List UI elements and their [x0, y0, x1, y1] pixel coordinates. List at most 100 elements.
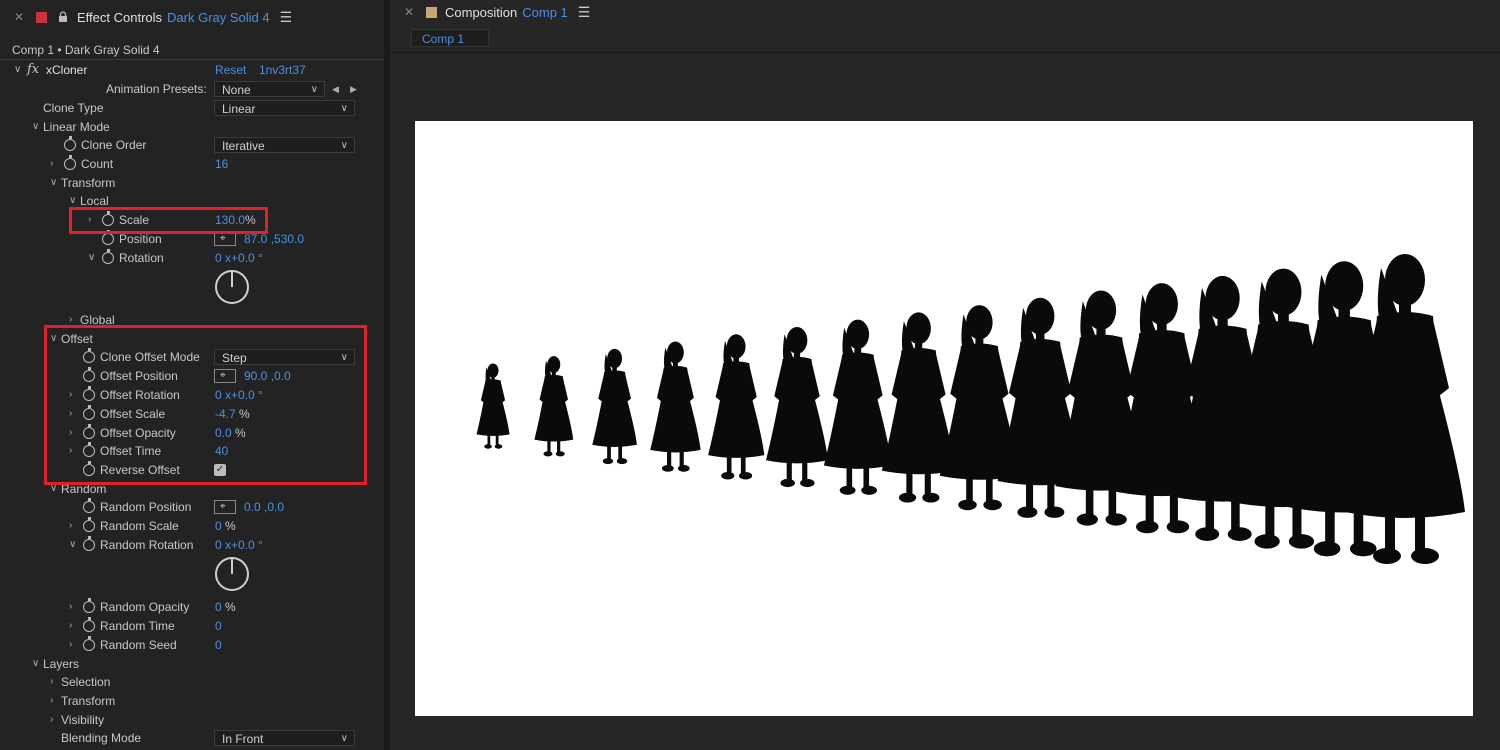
- random-time-label: Random Time: [100, 619, 175, 633]
- comp-subtab[interactable]: Comp 1: [411, 29, 489, 47]
- visibility-label: Visibility: [61, 713, 105, 727]
- stopwatch-icon[interactable]: [83, 636, 95, 651]
- linear-mode-group[interactable]: ∨ Linear Mode: [0, 118, 384, 136]
- stopwatch-icon[interactable]: [64, 136, 76, 151]
- chevron-down-icon: ∨: [340, 733, 348, 744]
- stopwatch-icon[interactable]: [102, 249, 114, 264]
- comp-layer-breadcrumb: Comp 1 • Dark Gray Solid 4: [12, 43, 160, 57]
- divider: [390, 52, 1500, 53]
- hamburger-menu-icon[interactable]: ☰: [578, 4, 591, 21]
- rotation-value[interactable]: 0 x+0.0 °: [215, 249, 263, 267]
- layer-color-icon: [36, 11, 47, 23]
- random-time-row: › Random Time 0: [0, 617, 384, 635]
- expand-arrow-icon[interactable]: ›: [69, 598, 72, 616]
- expand-arrow-icon[interactable]: ∨: [32, 655, 39, 673]
- clone-figure: [650, 341, 701, 472]
- stopwatch-icon[interactable]: [64, 155, 76, 170]
- reset-link[interactable]: Reset: [215, 61, 246, 79]
- stopwatch-icon[interactable]: [83, 536, 95, 551]
- expand-arrow-icon[interactable]: ∨: [50, 174, 57, 192]
- random-seed-label: Random Seed: [100, 638, 177, 652]
- clone-figure: [476, 363, 510, 449]
- clone-figure: [766, 326, 828, 488]
- random-time-value[interactable]: 0: [215, 617, 222, 635]
- random-position-value[interactable]: 0.0 ,0.0: [244, 498, 284, 516]
- clone-order-label: Clone Order: [81, 138, 147, 152]
- blending-mode-dropdown[interactable]: In Front ∨: [214, 730, 355, 746]
- stopwatch-icon[interactable]: [83, 598, 95, 613]
- close-icon[interactable]: ✕: [14, 10, 28, 24]
- effect-header[interactable]: ∨ fx xCloner Reset 1nv3rt37: [0, 61, 384, 79]
- lock-icon[interactable]: [57, 11, 69, 23]
- count-value[interactable]: 16: [215, 155, 228, 173]
- linear-mode-label: Linear Mode: [43, 120, 110, 134]
- random-scale-value[interactable]: 0 %: [215, 517, 236, 535]
- effect-controls-tab[interactable]: ✕ Effect Controls Dark Gray Solid 4 ☰: [0, 0, 384, 34]
- stopwatch-icon[interactable]: [102, 230, 114, 245]
- composition-viewer[interactable]: [415, 121, 1473, 716]
- rotation-label: Rotation: [119, 251, 164, 265]
- stopwatch-icon[interactable]: [83, 517, 95, 532]
- random-rotation-row: ∨ Random Rotation 0 x+0.0 °: [0, 536, 384, 554]
- random-seed-value[interactable]: 0: [215, 636, 222, 654]
- rotation-dial[interactable]: [215, 270, 249, 304]
- random-rotation-value[interactable]: 0 x+0.0 °: [215, 536, 263, 554]
- expand-arrow-icon[interactable]: ›: [50, 155, 53, 173]
- close-icon[interactable]: ✕: [404, 5, 418, 19]
- count-label: Count: [81, 157, 114, 171]
- random-opacity-value[interactable]: 0 %: [215, 598, 236, 616]
- visibility-group[interactable]: › Visibility: [0, 711, 384, 729]
- expand-arrow-icon[interactable]: ∨: [69, 536, 76, 554]
- selection-label: Selection: [61, 675, 111, 689]
- clone-figure: [592, 348, 637, 465]
- selection-group[interactable]: › Selection: [0, 673, 384, 691]
- stopwatch-icon[interactable]: [83, 498, 95, 513]
- chevron-down-icon: ∨: [340, 103, 348, 114]
- panel-title: Effect Controls: [77, 9, 163, 25]
- rotation-row: ∨ Rotation 0 x+0.0 °: [0, 249, 384, 267]
- collapse-arrow-icon[interactable]: ∨: [14, 61, 21, 79]
- chevron-down-icon: ∨: [310, 84, 318, 95]
- clone-figure: [708, 334, 765, 480]
- random-seed-row: › Random Seed 0: [0, 636, 384, 654]
- expand-arrow-icon[interactable]: ›: [50, 692, 53, 710]
- count-row: › Count 16: [0, 155, 384, 173]
- expand-arrow-icon[interactable]: ›: [69, 617, 72, 635]
- plugin-id-link[interactable]: 1nv3rt37: [259, 61, 306, 79]
- clone-order-dropdown[interactable]: Iterative ∨: [214, 137, 355, 153]
- random-rotation-label: Random Rotation: [100, 538, 194, 552]
- cloned-figures-image: [476, 254, 1465, 564]
- expand-arrow-icon[interactable]: ›: [69, 517, 72, 535]
- random-rotation-dial[interactable]: [215, 557, 249, 591]
- transform-group[interactable]: ∨ Transform: [0, 174, 384, 192]
- fx-icon[interactable]: fx: [27, 61, 39, 79]
- stopwatch-icon[interactable]: [83, 617, 95, 632]
- animation-presets-label: Animation Presets:: [106, 82, 207, 96]
- prev-preset-icon[interactable]: ◀: [332, 80, 339, 98]
- clone-type-dropdown[interactable]: Linear ∨: [214, 100, 355, 116]
- point-picker-icon[interactable]: [214, 230, 236, 248]
- random-scale-label: Random Scale: [100, 519, 179, 533]
- expand-arrow-icon[interactable]: ∨: [88, 249, 95, 267]
- hamburger-menu-icon[interactable]: ☰: [280, 9, 293, 26]
- layers-group[interactable]: ∨ Layers: [0, 655, 384, 673]
- effect-controls-panel: ✕ Effect Controls Dark Gray Solid 4 ☰ Co…: [0, 0, 384, 750]
- comp-color-icon: [426, 6, 437, 18]
- expand-arrow-icon[interactable]: ›: [69, 636, 72, 654]
- clone-type-label: Clone Type: [43, 101, 104, 115]
- point-picker-icon[interactable]: [214, 498, 236, 516]
- clone-figure: [534, 356, 574, 457]
- layer-name-link[interactable]: Dark Gray Solid 4: [167, 10, 270, 25]
- expand-arrow-icon[interactable]: ›: [50, 711, 53, 729]
- blending-mode-label: Blending Mode: [61, 731, 142, 745]
- expand-arrow-icon[interactable]: ›: [50, 673, 53, 691]
- layers-transform-group[interactable]: › Transform: [0, 692, 384, 710]
- random-scale-row: › Random Scale 0 %: [0, 517, 384, 535]
- next-preset-icon[interactable]: ▶: [350, 80, 357, 98]
- comp-name-link[interactable]: Comp 1: [522, 5, 568, 20]
- random-position-label: Random Position: [100, 500, 192, 514]
- animation-presets-dropdown[interactable]: None ∨: [214, 81, 325, 97]
- composition-tab[interactable]: ✕ Composition Comp 1 ☰: [390, 0, 1500, 24]
- composition-panel: ✕ Composition Comp 1 ☰ Comp 1: [390, 0, 1500, 750]
- expand-arrow-icon[interactable]: ∨: [32, 118, 39, 136]
